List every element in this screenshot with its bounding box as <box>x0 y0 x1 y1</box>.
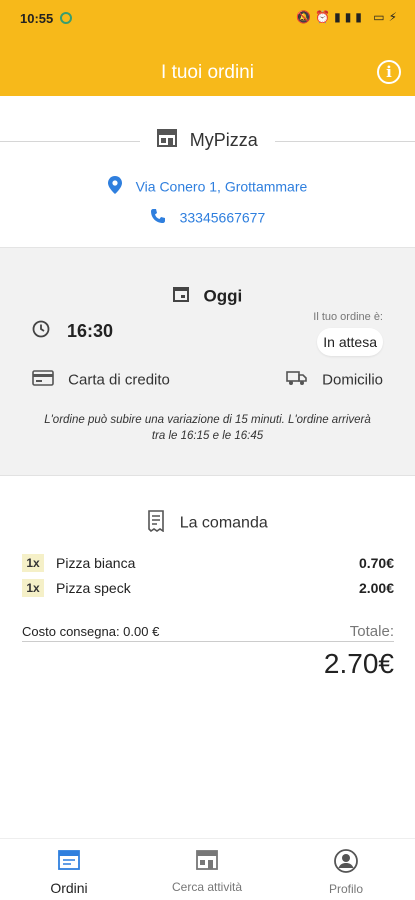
delivery-note: L'ordine può subire una variazione di 15… <box>44 414 371 442</box>
item-price: 0.70€ <box>358 555 394 571</box>
location-pin-icon <box>107 176 122 197</box>
credit-card-icon <box>32 370 54 390</box>
item-name: Pizza bianca <box>56 555 136 571</box>
list-item: 1x Pizza bianca 0.70€ <box>22 554 394 574</box>
delivery-cost-row: Costo consegna: 0.00 € Totale: <box>22 623 394 642</box>
shop-phone: 33345667677 <box>179 209 266 226</box>
clock-icon <box>32 320 50 343</box>
store-icon <box>157 128 178 153</box>
shop-phone-link[interactable]: 33345667677 <box>0 208 415 227</box>
item-price: 2.00€ <box>358 580 394 596</box>
total-label: Totale: <box>349 623 394 640</box>
tab-cerca-attivita[interactable]: Cerca attività <box>138 849 276 894</box>
tab-label: Cerca attività <box>171 880 243 894</box>
tab-ordini[interactable]: Ordini <box>0 849 138 896</box>
status-label: Il tuo ordine è: <box>313 311 383 323</box>
status-bar: 10:55 🔕⏰▮▮▮ ▭⚡ <box>0 0 415 38</box>
bottom-nav: Ordini Cerca attività Profilo <box>0 838 415 900</box>
delivery-method: Domicilio <box>286 370 383 390</box>
shop-card: MyPizza Via Conero 1, Grottammare 333456… <box>0 96 415 248</box>
store-icon <box>138 849 276 874</box>
order-summary: La comanda 1x Pizza bianca 0.70€ 1x Pizz… <box>0 476 415 716</box>
system-icons: 🔕⏰▮▮▮ ▭⚡ <box>296 10 401 24</box>
order-time: 16:30 <box>32 320 113 343</box>
delivery-label: Domicilio <box>322 371 383 389</box>
status-badge: In attesa <box>317 328 383 356</box>
profile-icon <box>277 849 415 876</box>
orders-icon <box>0 849 138 874</box>
receipt-icon <box>147 510 165 537</box>
shop-name: MyPizza <box>189 130 258 150</box>
status-time: 10:55 <box>20 11 54 26</box>
section-title: La comanda <box>0 510 415 537</box>
order-details: Oggi 16:30 Il tuo ordine è: In attesa Ca… <box>0 248 415 476</box>
phone-icon <box>150 208 166 227</box>
total-value: 2.70€ <box>323 648 394 679</box>
shop-header: MyPizza <box>0 128 415 153</box>
calendar-icon <box>172 286 189 307</box>
notification-icon <box>60 12 72 24</box>
shop-address: Via Conero 1, Grottammare <box>135 178 308 195</box>
tab-label: Profilo <box>328 882 363 896</box>
time-value: 16:30 <box>67 321 114 341</box>
app-bar: I tuoi ordini i <box>0 38 415 96</box>
shop-address-link[interactable]: Via Conero 1, Grottammare <box>0 176 415 197</box>
list-item: 1x Pizza speck 2.00€ <box>22 579 394 599</box>
date-label: Oggi <box>203 286 243 306</box>
tab-profilo[interactable]: Profilo <box>277 849 415 896</box>
delivery-cost: Costo consegna: 0.00 € <box>22 624 160 639</box>
order-date: Oggi <box>0 286 415 307</box>
section-title-label: La comanda <box>179 514 268 532</box>
payment-label: Carta di credito <box>68 371 170 389</box>
tab-label: Ordini <box>50 880 88 896</box>
item-name: Pizza speck <box>56 580 131 596</box>
truck-icon <box>286 370 308 390</box>
info-icon[interactable]: i <box>377 60 401 84</box>
quantity-badge: 1x <box>22 554 44 572</box>
quantity-badge: 1x <box>22 579 44 597</box>
payment-method: Carta di credito <box>32 370 170 390</box>
page-title: I tuoi ordini <box>161 62 254 83</box>
